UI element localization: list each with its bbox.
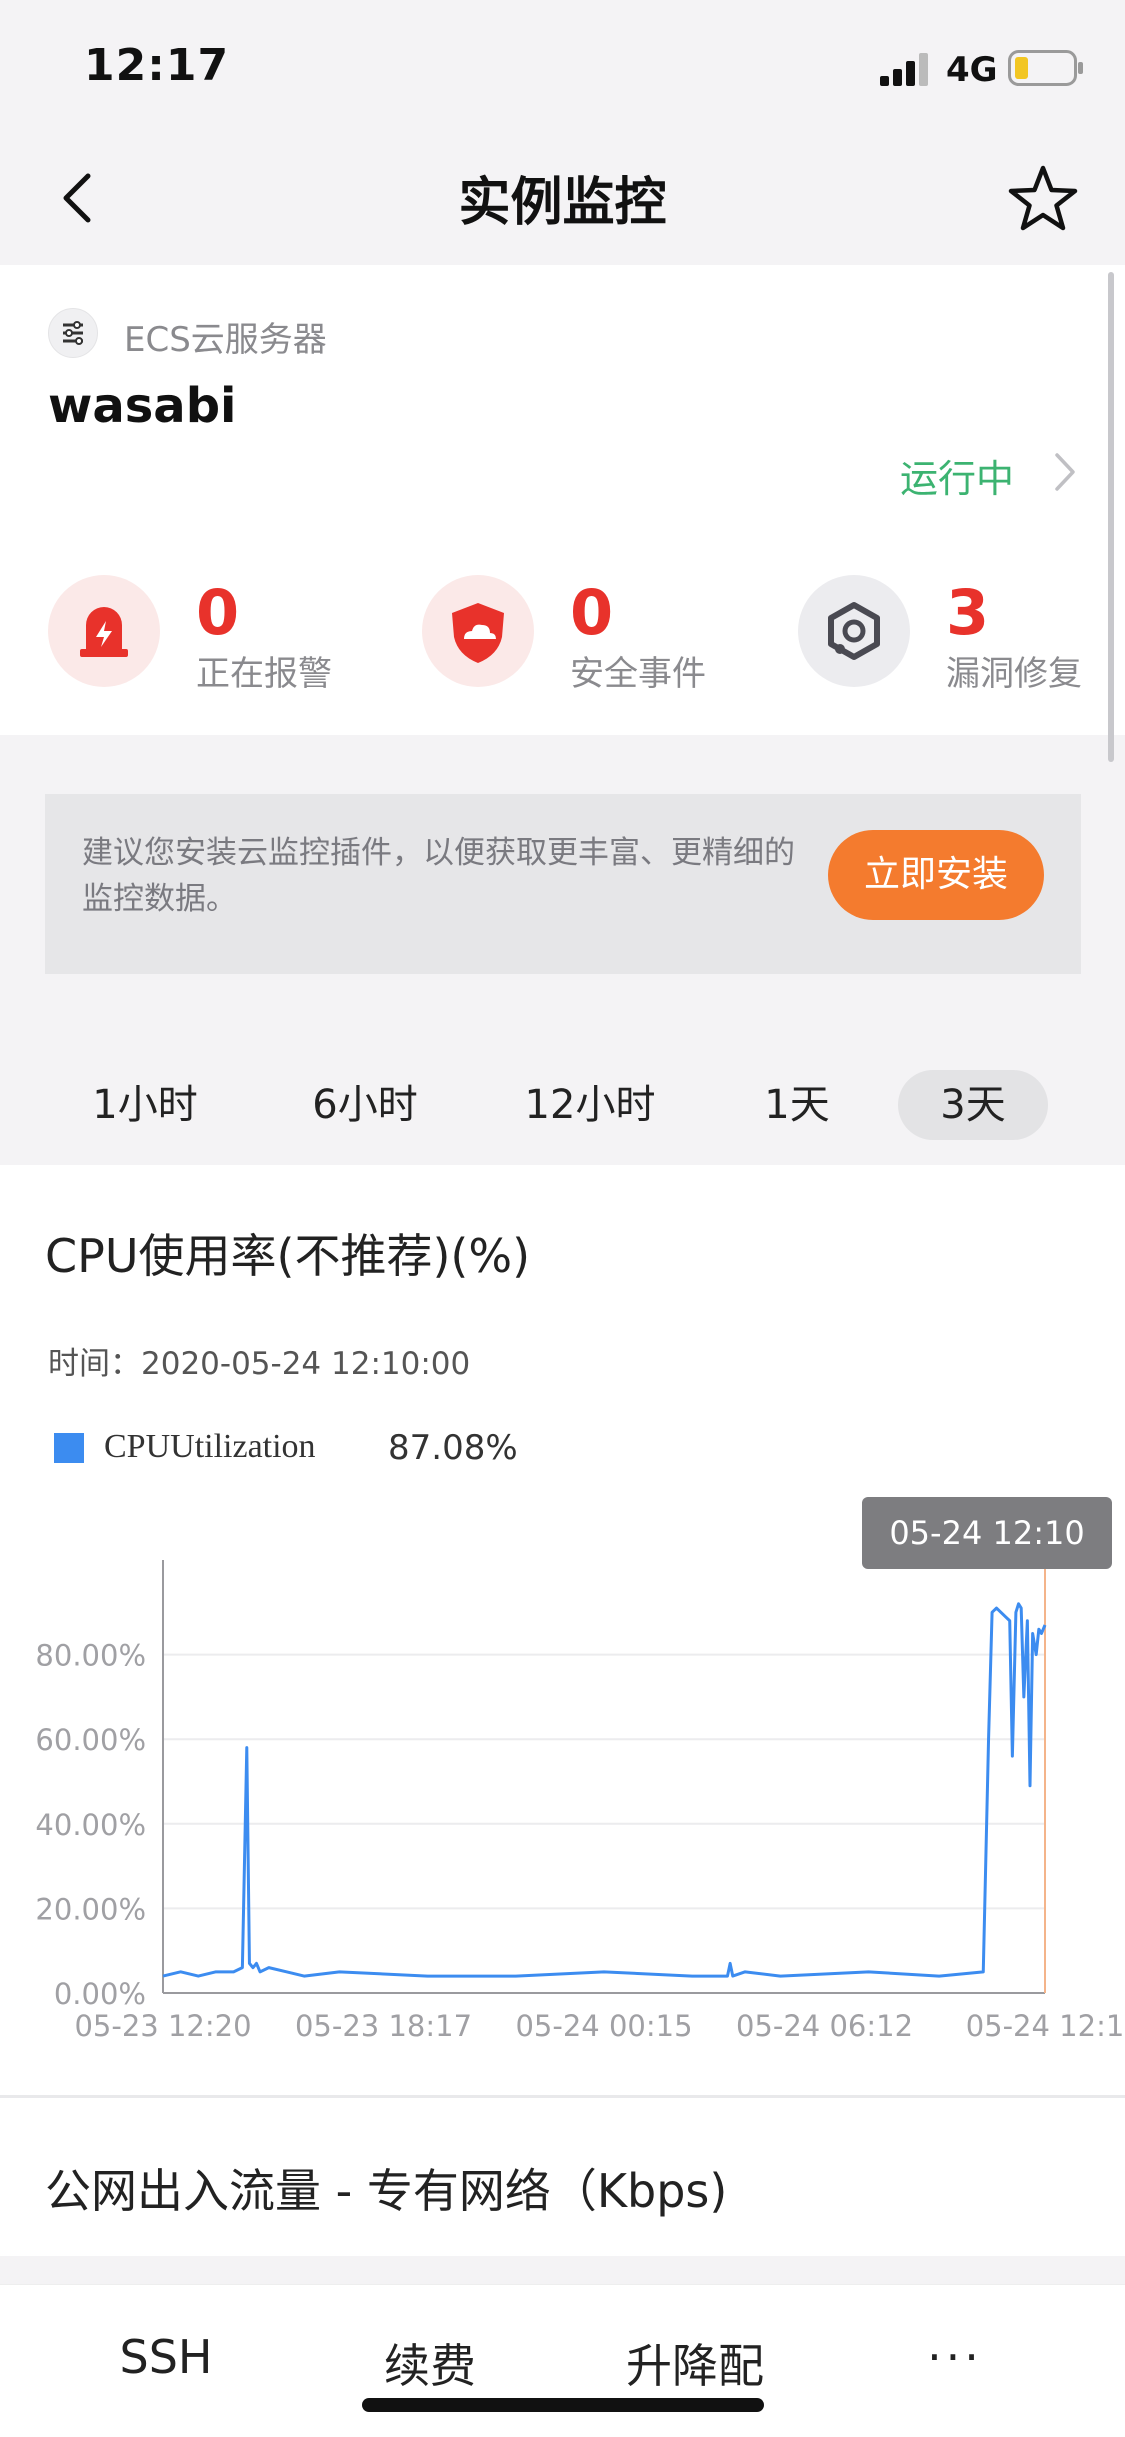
- x-tick-label: 05-24 00:15: [515, 2009, 692, 2040]
- y-tick-label: 80.00%: [35, 1639, 146, 1673]
- traffic-section-title: 公网出入流量 - 专有网络（Kbps): [45, 2164, 728, 2218]
- favorite-star-icon[interactable]: [1008, 164, 1078, 232]
- install-button[interactable]: 立即安装: [828, 830, 1044, 920]
- chart-tooltip: 05-24 12:10: [862, 1497, 1112, 1569]
- network-label: 4G: [946, 50, 998, 90]
- series-line-CPUUtilization: [162, 1602, 1047, 1978]
- shield-icon[interactable]: [422, 575, 534, 687]
- instance-name: wasabi: [48, 378, 237, 434]
- x-tick-label: 05-24 12:1: [966, 2009, 1125, 2040]
- y-tick-label: 0.00%: [54, 1977, 146, 2011]
- alarm-count: 0: [196, 576, 240, 649]
- chart-time-label: 时间：2020-05-24 12:10:00: [48, 1346, 471, 1382]
- tab-6-hours[interactable]: 6小时: [290, 1070, 440, 1140]
- vulnerability-icon[interactable]: [798, 575, 910, 687]
- cpu-chart-title: CPU使用率(不推荐)(%): [45, 1229, 531, 1283]
- more-button[interactable]: ···: [900, 2330, 1010, 2384]
- alarm-icon[interactable]: [48, 575, 160, 687]
- chevron-right-icon[interactable]: [1052, 450, 1078, 494]
- home-indicator: [362, 2398, 764, 2412]
- legend-swatch: [54, 1433, 84, 1463]
- legend-series-name: CPUUtilization: [104, 1428, 316, 1465]
- renew-button[interactable]: 续费: [360, 2330, 500, 2396]
- y-tick-label: 40.00%: [35, 1808, 146, 1842]
- scrollbar[interactable]: [1108, 272, 1114, 762]
- x-tick-label: 05-24 06:12: [736, 2009, 913, 2040]
- cpu-line-chart[interactable]: 0.00% 20.00% 40.00% 60.00% 80.00% 05-23 12:20…: [0, 1560, 1125, 2040]
- status-time: 12:17: [84, 40, 230, 91]
- x-tick-label: 05-23 18:17: [295, 2009, 472, 2040]
- tab-1-day[interactable]: 1天: [737, 1070, 857, 1140]
- security-event-label: 安全事件: [570, 654, 706, 694]
- battery-icon: [1008, 50, 1083, 86]
- tab-3-days[interactable]: 3天: [898, 1070, 1048, 1140]
- vulnerability-label: 漏洞修复: [946, 654, 1082, 694]
- running-status[interactable]: 运行中: [900, 448, 1014, 503]
- y-tick-label: 60.00%: [35, 1723, 146, 1757]
- tab-12-hours[interactable]: 12小时: [515, 1070, 665, 1140]
- vulnerability-count: 3: [946, 576, 990, 649]
- plugin-banner-text: 建议您安装云监控插件，以便获取更丰富、更精细的监控数据。: [82, 835, 795, 917]
- ssh-button[interactable]: SSH: [96, 2330, 236, 2384]
- resize-button[interactable]: 升降配: [610, 2330, 780, 2396]
- page-title: 实例监控: [458, 173, 667, 233]
- y-tick-label: 20.00%: [35, 1892, 146, 1926]
- server-icon: [48, 308, 98, 358]
- instance-type: ECS云服务器: [124, 320, 327, 360]
- alarm-label: 正在报警: [196, 654, 332, 694]
- tab-1-hour[interactable]: 1小时: [70, 1070, 220, 1140]
- legend-series-value: 87.08%: [388, 1428, 518, 1468]
- signal-icon: [880, 53, 928, 86]
- security-event-count: 0: [570, 576, 614, 649]
- x-tick-label: 05-23 12:20: [74, 2009, 251, 2040]
